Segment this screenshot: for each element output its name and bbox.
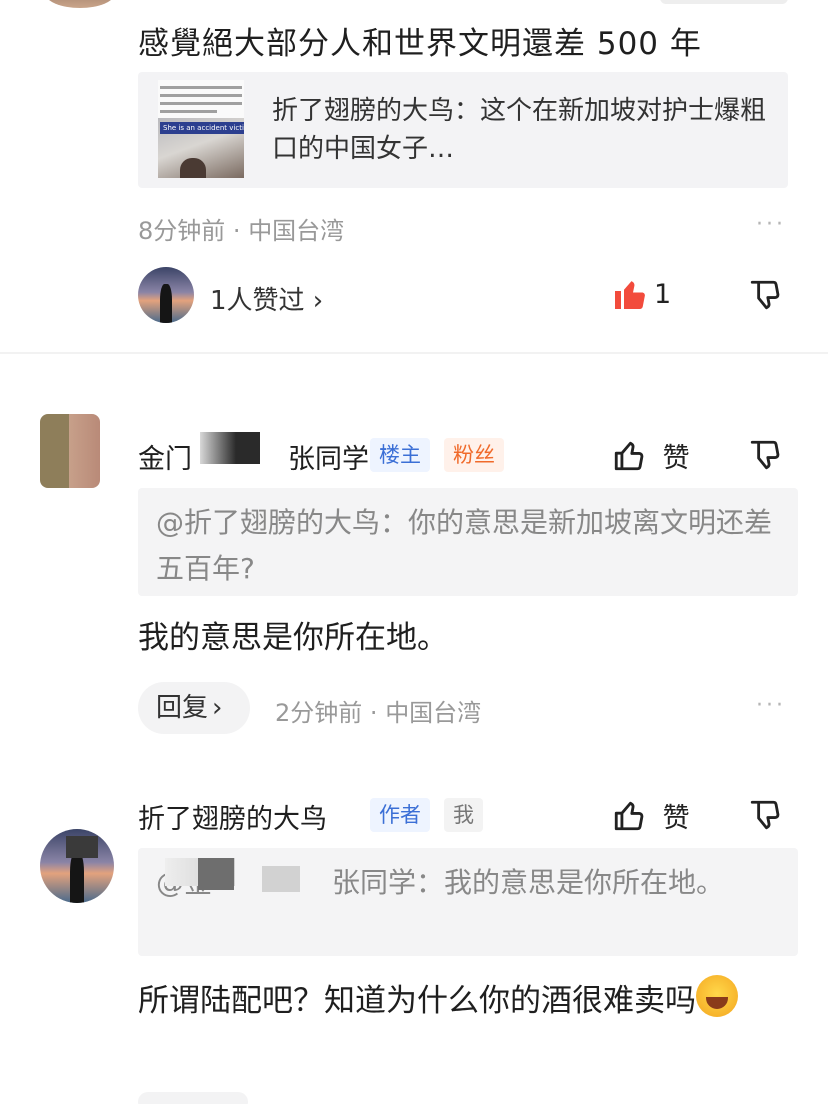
thumb-down-icon[interactable]: [748, 278, 782, 312]
comment-text: 所谓陆配吧？知道为什么你的酒很难卖吗: [138, 975, 788, 1025]
comment-time: 2分钟前: [275, 699, 363, 727]
like-button[interactable]: 赞: [612, 436, 690, 475]
link-card-title: 折了翅膀的大鸟：这个在新加坡对护士爆粗口的中国女子…: [272, 96, 767, 164]
link-thumbnail: She is an accident victim...: [158, 80, 244, 178]
thumb-up-icon: [614, 801, 644, 831]
post-location: 中国台湾: [248, 217, 345, 245]
previous-button-sliver: [660, 0, 788, 4]
laughing-crying-emoji: [696, 975, 738, 1017]
quoted-text: @折了翅膀的大鸟：你的意思是新加坡离文明还差五百年?: [156, 506, 773, 585]
quoted-comment[interactable]: @金张同学：我的意思是你所在地。: [138, 848, 798, 956]
quoted-text: @金张同学：我的意思是你所在地。: [156, 866, 725, 899]
redacted-mention-block: [262, 866, 300, 892]
redacted-mention-block: [198, 858, 234, 890]
like-button[interactable]: 赞: [612, 796, 690, 835]
commenter-avatar[interactable]: [40, 414, 100, 488]
thumb-down-icon[interactable]: [748, 798, 782, 832]
redacted-name-block: [200, 432, 260, 464]
previous-avatar-sliver: [45, 0, 115, 8]
reply-button-sliver[interactable]: [138, 1092, 248, 1104]
owner-badge: 楼主: [370, 438, 430, 472]
thumb-up-icon[interactable]: [612, 276, 648, 312]
comment-meta: 2分钟前 · 中国台湾: [275, 699, 482, 727]
post-meta: 8分钟前 · 中国台湾: [138, 217, 345, 245]
shared-link-card[interactable]: She is an accident victim... 折了翅膀的大鸟：这个在…: [138, 72, 788, 188]
comment-author-name[interactable]: 折了翅膀的大鸟: [138, 797, 327, 836]
me-badge: 我: [444, 798, 483, 832]
reply-button[interactable]: 回复 ›: [138, 682, 250, 734]
like-count: 1: [654, 279, 672, 310]
more-icon[interactable]: ···: [756, 212, 786, 237]
fans-badge: 粉丝: [444, 438, 504, 472]
section-divider: [0, 352, 828, 354]
thumb-down-icon[interactable]: [748, 438, 782, 472]
quoted-comment[interactable]: @折了翅膀的大鸟：你的意思是新加坡离文明还差五百年?: [138, 488, 798, 596]
post-text: 感覺絕大部分人和世界文明還差 500 年: [138, 26, 702, 62]
thumbnail-caption: She is an accident victim...: [160, 122, 244, 134]
redacted-avatar-block: [66, 836, 98, 858]
author-badge: 作者: [370, 798, 430, 832]
liked-by-link[interactable]: 1人赞过 ›: [210, 280, 323, 317]
post-time: 8分钟前: [138, 217, 226, 245]
comment-text: 我的意思是你所在地。: [138, 620, 448, 656]
more-icon[interactable]: ···: [756, 693, 786, 718]
liker-avatar[interactable]: [138, 267, 194, 323]
comment-location: 中国台湾: [385, 699, 482, 727]
thumb-up-icon: [614, 441, 644, 471]
